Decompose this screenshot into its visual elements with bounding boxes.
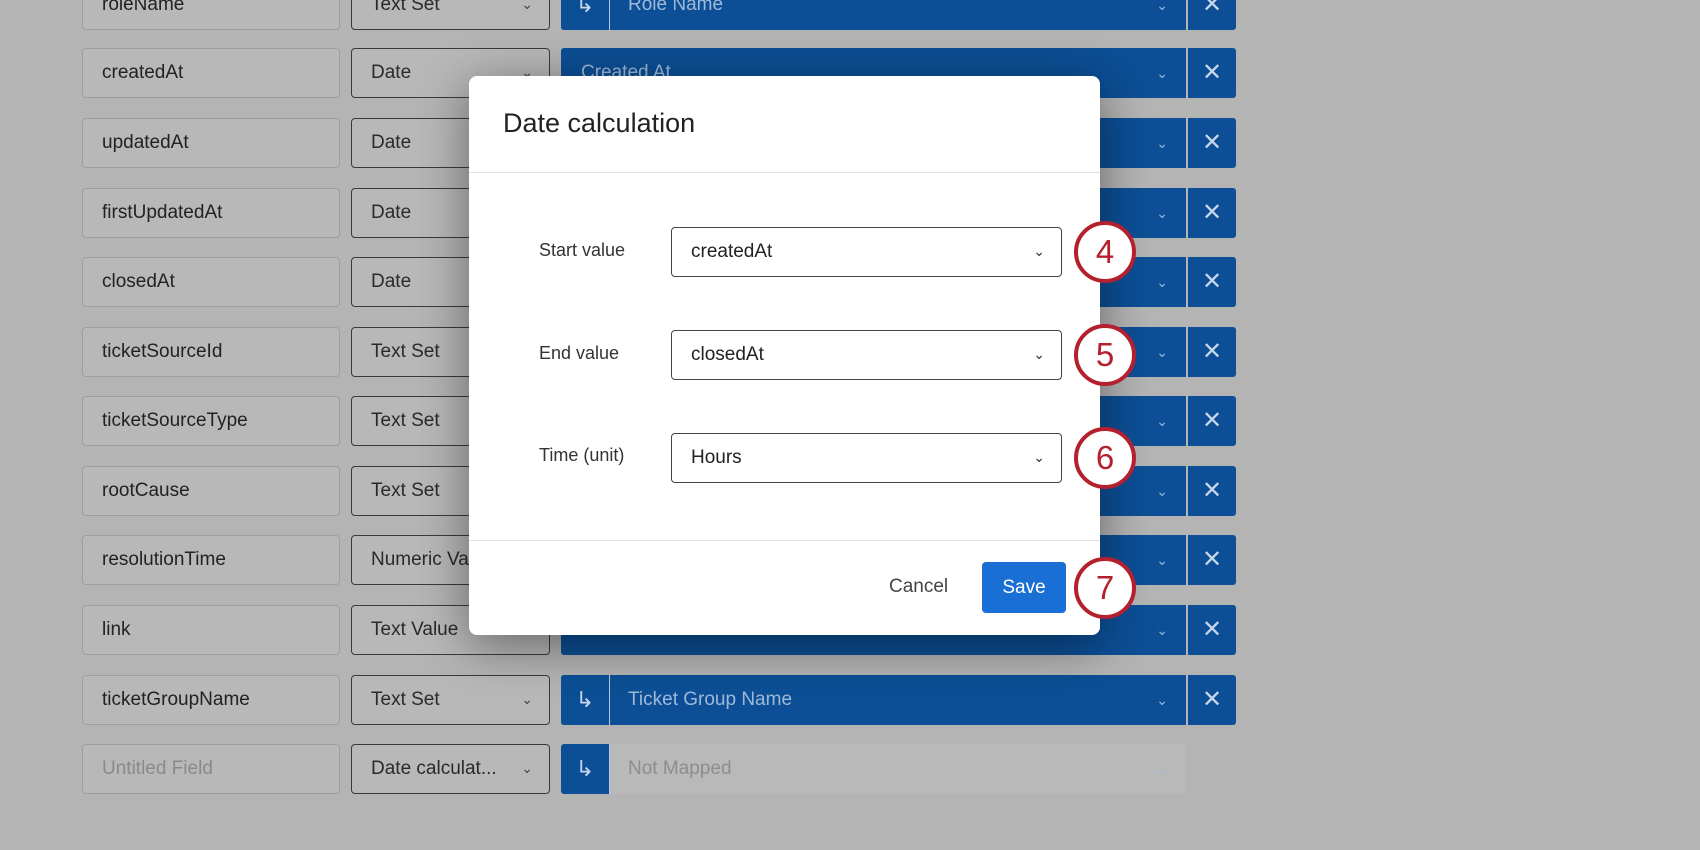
field-name-input[interactable]: roleName [82,0,340,30]
field-type-value: Text Set [371,480,440,501]
chevron-down-icon: ⌄ [1156,274,1168,290]
divider [469,172,1100,173]
field-type-select[interactable]: Text Set ⌄ [351,0,550,30]
field-type-select[interactable]: Text Set ⌄ [351,675,550,725]
chevron-down-icon: ⌄ [1156,483,1168,499]
step-badge-6: 6 [1074,427,1136,489]
field-type-value: Date calculat... [371,758,497,779]
dialog-title: Date calculation [503,108,696,138]
field-row: roleName Text Set ⌄ ↳ Role Name ⌄ ✕ [0,0,1700,30]
remove-mapping-button[interactable]: ✕ [1188,188,1236,238]
chevron-down-icon: ⌄ [1156,692,1168,708]
chevron-down-icon: ⌄ [1156,413,1168,429]
chevron-down-icon: ⌄ [1156,135,1168,151]
field-type-value: Text Value [371,619,459,640]
time-unit-select[interactable]: Hours ⌄ [671,433,1062,483]
chevron-down-icon: ⌄ [1156,552,1168,568]
field-type-value: Text Set [371,689,440,710]
field-name-input[interactable]: link [82,605,340,655]
divider [469,540,1100,541]
field-name-input[interactable]: Untitled Field [82,744,340,794]
field-mapping-select[interactable]: ↳ Not Mapped ⌄ [561,744,1186,794]
field-name-input[interactable]: rootCause [82,466,340,516]
remove-mapping-button[interactable]: ✕ [1188,257,1236,307]
step-badge-4: 4 [1074,221,1136,283]
chevron-down-icon: ⌄ [1033,243,1045,259]
cancel-button[interactable]: Cancel [889,576,948,598]
chevron-down-icon: ⌄ [521,760,533,776]
chevron-down-icon: ⌄ [1033,346,1045,362]
mapping-arrow-icon: ↳ [561,0,610,30]
step-badge-7: 7 [1074,557,1136,619]
mapping-label: Not Mapped [628,758,732,779]
field-name-input[interactable]: ticketGroupName [82,675,340,725]
field-type-select[interactable]: Date calculat... ⌄ [351,744,550,794]
remove-mapping-button[interactable]: ✕ [1188,327,1236,377]
field-row: Untitled Field Date calculat... ⌄ ↳ Not M… [0,744,1700,794]
chevron-down-icon: ⌄ [1033,449,1045,465]
field-mapping-select[interactable]: ↳ Ticket Group Name ⌄ [561,675,1186,725]
end-value-select[interactable]: closedAt ⌄ [671,330,1062,380]
remove-mapping-button[interactable]: ✕ [1188,48,1236,98]
time-unit-label: Time (unit) [539,445,625,465]
end-value-selected: closedAt [691,344,764,365]
field-mapping-select[interactable]: ↳ Role Name ⌄ [561,0,1186,30]
field-name-input[interactable]: firstUpdatedAt [82,188,340,238]
field-type-value: Date [371,202,412,223]
chevron-down-icon: ⌄ [1156,761,1168,777]
chevron-down-icon: ⌄ [1156,622,1168,638]
field-name-input[interactable]: updatedAt [82,118,340,168]
chevron-down-icon: ⌄ [521,0,533,12]
date-calculation-dialog: Date calculation Start value createdAt ⌄ … [469,76,1100,635]
remove-mapping-button[interactable]: ✕ [1188,605,1236,655]
field-name-input[interactable]: ticketSourceId [82,327,340,377]
mapping-arrow-icon: ↳ [561,744,610,794]
chevron-down-icon: ⌄ [1156,65,1168,81]
step-badge-5: 5 [1074,324,1136,386]
field-name-input[interactable]: createdAt [82,48,340,98]
mapping-label: Role Name [628,0,724,15]
field-type-value: Text Set [371,341,440,362]
chevron-down-icon: ⌄ [1156,0,1168,13]
mapping-label: Ticket Group Name [628,689,793,710]
field-type-value: Date [371,62,412,83]
time-unit-selected: Hours [691,447,742,468]
remove-mapping-button[interactable]: ✕ [1188,466,1236,516]
field-row: ticketGroupName Text Set ⌄ ↳ Ticket Group… [0,675,1700,725]
remove-mapping-button[interactable]: ✕ [1188,118,1236,168]
field-name-input[interactable]: closedAt [82,257,340,307]
remove-mapping-button[interactable]: ✕ [1188,396,1236,446]
field-name-input[interactable]: ticketSourceType [82,396,340,446]
start-value-selected: createdAt [691,241,773,262]
chevron-down-icon: ⌄ [1156,344,1168,360]
mapping-arrow-icon: ↳ [561,675,610,725]
chevron-down-icon: ⌄ [1156,205,1168,221]
field-type-value: Date [371,132,412,153]
remove-mapping-button[interactable]: ✕ [1188,535,1236,585]
field-type-value: Numeric Va [371,549,469,570]
field-type-value: Date [371,271,412,292]
field-type-value: Text Set [371,410,440,431]
end-value-label: End value [539,343,620,363]
field-name-input[interactable]: resolutionTime [82,535,340,585]
remove-mapping-button[interactable]: ✕ [1188,675,1236,725]
start-value-select[interactable]: createdAt ⌄ [671,227,1062,277]
start-value-label: Start value [539,240,626,260]
save-button[interactable]: Save [982,562,1066,613]
chevron-down-icon: ⌄ [521,691,533,707]
remove-mapping-button[interactable]: ✕ [1188,0,1236,30]
field-type-value: Text Set [371,0,440,15]
